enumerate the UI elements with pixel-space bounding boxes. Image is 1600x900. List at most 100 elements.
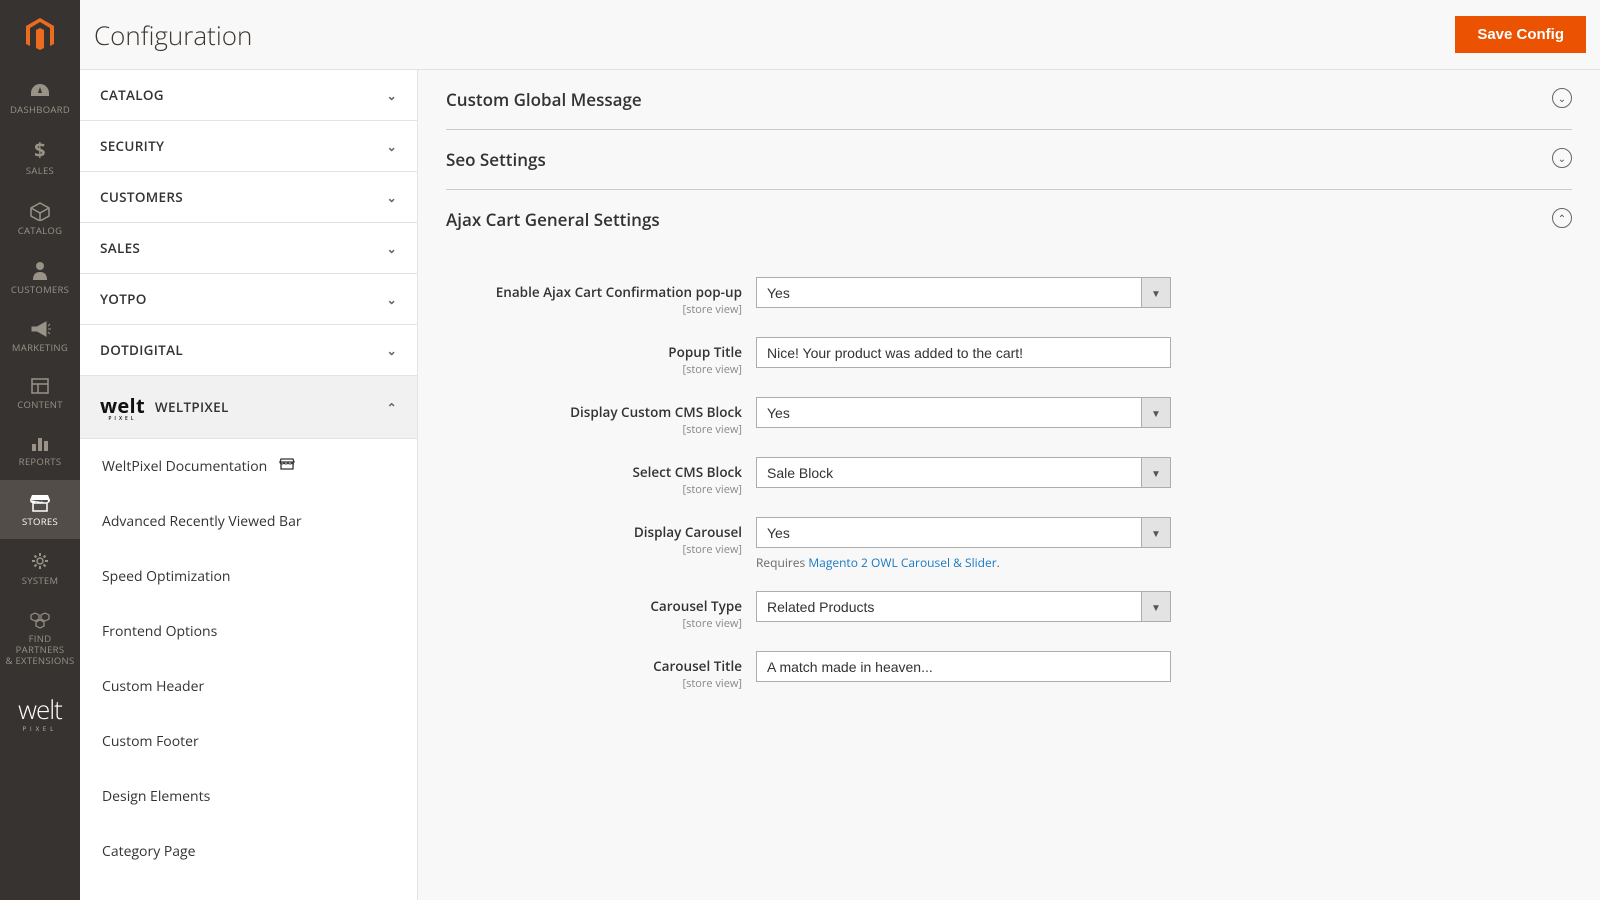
- nav-customers[interactable]: CUSTOMERS: [0, 248, 80, 307]
- tab-dotdigital[interactable]: DOTDIGITAL⌄: [80, 325, 417, 376]
- subtab-custom-header[interactable]: Custom Header: [80, 659, 417, 714]
- subtab-design-elements[interactable]: Design Elements: [80, 769, 417, 824]
- field-carousel-type: Carousel Type [store view] Related Produ…: [446, 591, 1572, 631]
- label-text: Enable Ajax Cart Confirmation pop-up: [496, 283, 742, 301]
- store-icon: [29, 492, 51, 512]
- subtab-recently-viewed[interactable]: Advanced Recently Viewed Bar: [80, 494, 417, 549]
- tab-yotpo[interactable]: YOTPO ⌄: [80, 274, 417, 325]
- scope-text: [store view]: [446, 542, 742, 557]
- field-control: [756, 651, 1171, 682]
- carousel-type-select[interactable]: Related Products: [756, 591, 1171, 622]
- nav-reports[interactable]: REPORTS: [0, 422, 80, 479]
- nav-sales[interactable]: $ SALES: [0, 127, 80, 188]
- field-hint: Requires Magento 2 OWL Carousel & Slider…: [756, 554, 1171, 571]
- carousel-title-input[interactable]: [756, 651, 1171, 682]
- fieldset-ajax-cart[interactable]: Ajax Cart General Settings ⌃: [446, 190, 1572, 249]
- subtab-custom-footer[interactable]: Custom Footer: [80, 714, 417, 769]
- svg-text:$: $: [34, 139, 46, 161]
- field-label: Carousel Title [store view]: [446, 651, 756, 691]
- fieldset-seo[interactable]: Seo Settings ⌄: [446, 130, 1572, 190]
- scope-text: [store view]: [446, 482, 742, 497]
- subtab-speed-optimization[interactable]: Speed Optimization: [80, 549, 417, 604]
- nav-content[interactable]: CONTENT: [0, 365, 80, 422]
- dollar-icon: $: [32, 139, 48, 161]
- content-wrapper: CATALOG⌄ SECURITY⌄ CUSTOMERS⌄ SALES⌄ YOT…: [80, 70, 1600, 900]
- subtab-documentation[interactable]: WeltPixel Documentation: [80, 439, 417, 494]
- chevron-down-icon: ⌄: [387, 138, 397, 155]
- subtab-frontend-options[interactable]: Frontend Options: [80, 604, 417, 659]
- tab-label: CATALOG: [100, 86, 164, 104]
- tab-label: SALES: [100, 239, 140, 257]
- field-display-cms: Display Custom CMS Block [store view] Ye…: [446, 397, 1572, 437]
- nav-label: DASHBOARD: [4, 104, 76, 115]
- select-cms-select[interactable]: Sale Block: [756, 457, 1171, 488]
- nav-label: SALES: [4, 165, 76, 176]
- subtab-label: Custom Header: [102, 677, 204, 696]
- fieldset-title: Seo Settings: [446, 148, 546, 171]
- tab-label: WELTPIXEL: [155, 398, 229, 416]
- magento-logo[interactable]: [0, 0, 80, 70]
- expand-icon[interactable]: ⌄: [1552, 148, 1572, 168]
- fieldset-title: Ajax Cart General Settings: [446, 208, 660, 231]
- blocks-icon: [30, 377, 50, 395]
- weltpixel-tab-label: welt PIXEL WELTPIXEL: [100, 392, 229, 422]
- nav-label: STORES: [4, 516, 76, 527]
- tab-customers[interactable]: CUSTOMERS⌄: [80, 172, 417, 223]
- nav-label: FIND PARTNERS & EXTENSIONS: [4, 633, 76, 667]
- chevron-up-icon: ⌃: [387, 399, 397, 416]
- display-cms-select[interactable]: Yes: [756, 397, 1171, 428]
- field-popup-title: Popup Title [store view]: [446, 337, 1572, 377]
- hint-link[interactable]: Magento 2 OWL Carousel & Slider: [808, 554, 996, 571]
- tab-label: YOTPO: [100, 290, 147, 308]
- person-icon: [31, 260, 49, 280]
- weltpixel-sidebar-logo[interactable]: welt PIXEL: [0, 679, 80, 745]
- label-text: Select CMS Block: [632, 463, 742, 481]
- label-text: Display Custom CMS Block: [570, 403, 742, 421]
- fieldset-custom-message[interactable]: Custom Global Message ⌄: [446, 70, 1572, 130]
- field-carousel-title: Carousel Title [store view]: [446, 651, 1572, 691]
- nav-dashboard[interactable]: DASHBOARD: [0, 70, 80, 127]
- enable-popup-select[interactable]: Yes: [756, 277, 1171, 308]
- nav-stores[interactable]: STORES: [0, 480, 80, 539]
- settings-panel: Custom Global Message ⌄ Seo Settings ⌄ A…: [418, 70, 1600, 900]
- subtab-label: Category Page: [102, 842, 196, 861]
- chevron-down-icon: ⌄: [387, 189, 397, 206]
- field-control: Sale Block ▼: [756, 457, 1171, 488]
- field-enable-popup: Enable Ajax Cart Confirmation pop-up [st…: [446, 277, 1572, 317]
- dashboard-icon: [29, 82, 51, 100]
- tab-catalog[interactable]: CATALOG⌄: [80, 70, 417, 121]
- tab-security[interactable]: SECURITY⌄: [80, 121, 417, 172]
- fieldset-title: Custom Global Message: [446, 88, 642, 111]
- expand-icon[interactable]: ⌄: [1552, 88, 1572, 108]
- config-tabs: CATALOG⌄ SECURITY⌄ CUSTOMERS⌄ SALES⌄ YOT…: [80, 70, 418, 900]
- page-header: Configuration Save Config: [80, 0, 1600, 70]
- subtab-label: Custom Footer: [102, 732, 199, 751]
- nav-catalog[interactable]: CATALOG: [0, 189, 80, 248]
- popup-title-input[interactable]: [756, 337, 1171, 368]
- subtab-category-page[interactable]: Category Page: [80, 824, 417, 879]
- boxes-icon: [29, 611, 51, 629]
- hint-text: .: [997, 554, 1000, 571]
- nav-partners[interactable]: FIND PARTNERS & EXTENSIONS: [0, 599, 80, 679]
- hint-text: Requires: [756, 554, 808, 571]
- chevron-down-icon: ⌄: [387, 291, 397, 308]
- subtab-label: Advanced Recently Viewed Bar: [102, 512, 302, 531]
- field-display-carousel: Display Carousel [store view] Yes ▼ Requ…: [446, 517, 1572, 571]
- display-carousel-select[interactable]: Yes: [756, 517, 1171, 548]
- field-label: Display Custom CMS Block [store view]: [446, 397, 756, 437]
- nav-label: CUSTOMERS: [4, 284, 76, 295]
- subtab-label: Design Elements: [102, 787, 210, 806]
- save-config-button[interactable]: Save Config: [1455, 16, 1586, 53]
- nav-system[interactable]: SYSTEM: [0, 539, 80, 598]
- nav-marketing[interactable]: MARKETING: [0, 308, 80, 365]
- chevron-down-icon: ⌄: [387, 342, 397, 359]
- field-label: Display Carousel [store view]: [446, 517, 756, 557]
- scope-text: [store view]: [446, 302, 742, 317]
- field-control: Yes ▼ Requires Magento 2 OWL Carousel & …: [756, 517, 1171, 571]
- tab-sales[interactable]: SALES⌄: [80, 223, 417, 274]
- tab-weltpixel[interactable]: welt PIXEL WELTPIXEL ⌃: [80, 376, 417, 439]
- cube-icon: [29, 201, 51, 221]
- field-control: Yes ▼: [756, 277, 1171, 308]
- collapse-icon[interactable]: ⌃: [1552, 208, 1572, 228]
- label-text: Popup Title: [668, 343, 742, 361]
